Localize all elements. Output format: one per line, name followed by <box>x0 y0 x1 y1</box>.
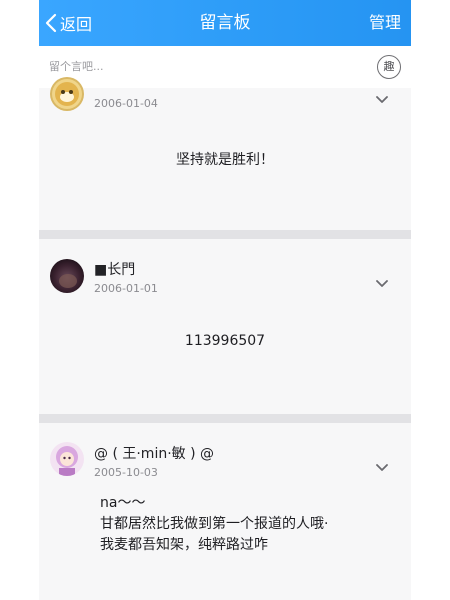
manage-button[interactable]: 管理 <box>369 0 401 46</box>
avatar[interactable] <box>50 442 84 476</box>
message-content: na～～ 甘都居然比我做到第一个报道的人哦· 我麦都吾知架，纯粹路过咋 <box>100 493 391 556</box>
chevron-left-icon <box>45 13 57 33</box>
message-author: ■长門 <box>94 262 136 278</box>
message-card: ■长門 2006-01-01 113996507 <box>39 239 411 414</box>
message-date: 2006-01-01 <box>94 282 158 295</box>
chevron-down-icon[interactable] <box>376 464 388 472</box>
message-line: na～～ <box>100 495 146 511</box>
avatar[interactable] <box>50 259 84 293</box>
message-date: 2005-10-03 <box>94 466 158 479</box>
message-content: 坚持就是胜利！ <box>176 152 274 168</box>
card-separator <box>39 414 411 423</box>
message-card: @ ( 王·min·敏 ) @ 2005-10-03 na～～ 甘都居然比我做到… <box>39 423 411 600</box>
message-line: 甘都居然比我做到第一个报道的人哦· <box>100 516 329 532</box>
back-label: 返回 <box>60 15 93 34</box>
card-separator <box>39 230 411 239</box>
message-author: @ ( 王·min·敏 ) @ <box>94 446 215 462</box>
avatar[interactable] <box>50 77 84 111</box>
chevron-down-icon[interactable] <box>376 96 388 104</box>
page-title: 留言板 <box>199 13 251 33</box>
message-composer: 留个言吧... 趣 <box>39 46 411 89</box>
message-content: 113996507 <box>184 333 266 349</box>
message-date: 2006-01-04 <box>94 97 158 110</box>
top-nav-bar: 返回 留言板 管理 <box>39 0 411 46</box>
chevron-down-icon[interactable] <box>376 280 388 288</box>
message-card: 2006-01-04 坚持就是胜利！ <box>39 77 411 230</box>
back-button[interactable]: 返回 <box>45 0 92 46</box>
message-line: 我麦都吾知架，纯粹路过咋 <box>100 537 268 553</box>
message-board-screen: 返回 留言板 管理 留个言吧... 趣 2006-01-04 坚持就是胜利！ ■… <box>39 0 411 600</box>
emoji-icon[interactable]: 趣 <box>377 55 401 79</box>
